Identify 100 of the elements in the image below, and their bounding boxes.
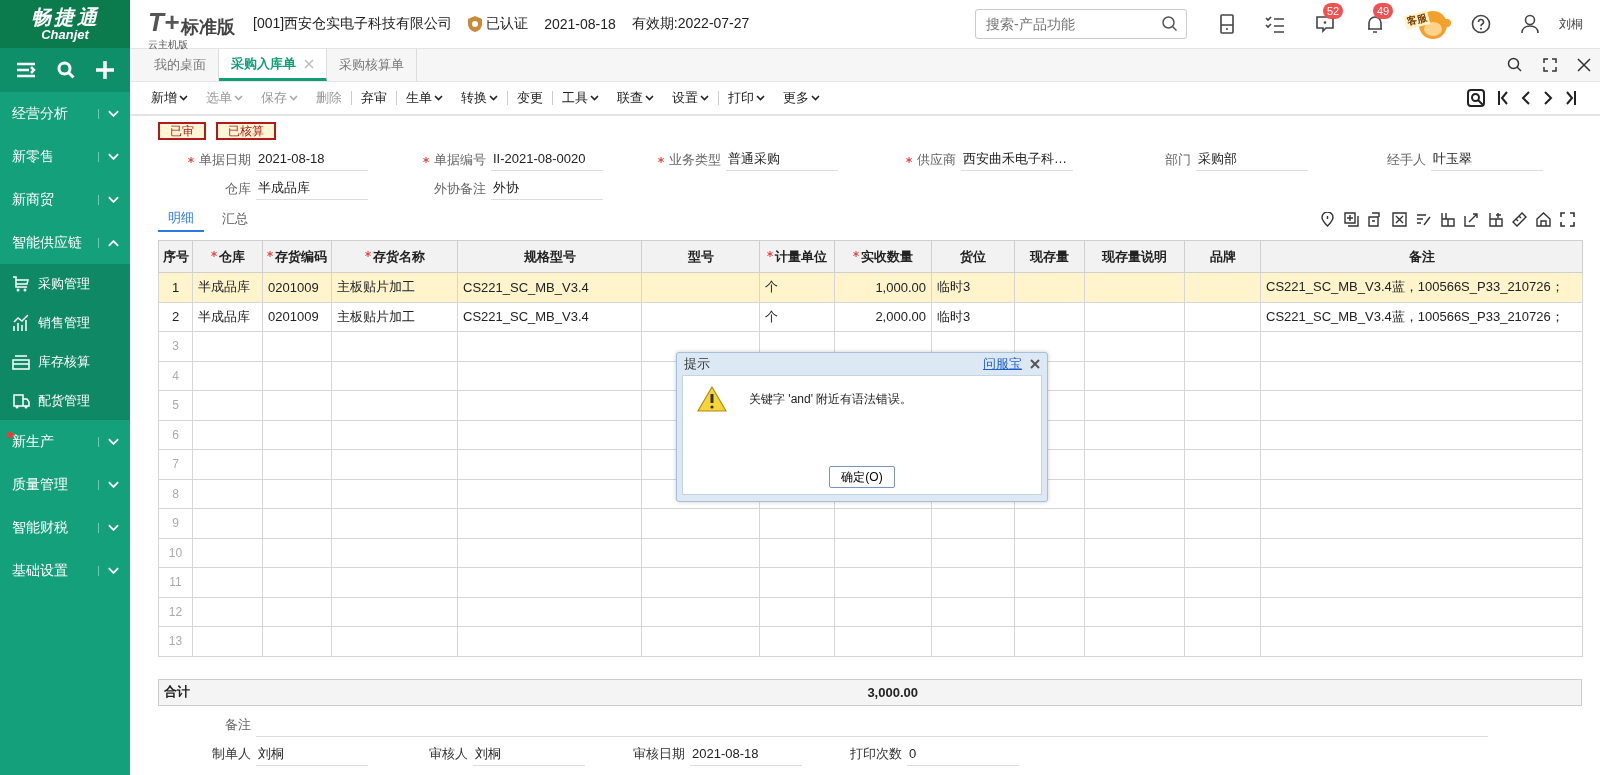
toolbar-button[interactable]: 生单 — [397, 89, 452, 107]
column-header[interactable]: 品牌 — [1184, 240, 1261, 273]
house-icon[interactable] — [1536, 211, 1551, 227]
detail-tab[interactable]: 明细 — [158, 206, 204, 232]
toolbar-button[interactable]: 工具 — [553, 89, 608, 107]
sidebar-subitem[interactable]: 库存核算 — [0, 342, 130, 381]
field-label: 部门 — [1165, 150, 1191, 169]
sidebar-subitem[interactable]: 配货管理 — [0, 381, 130, 420]
input-field[interactable]: 采购部 — [1196, 148, 1308, 171]
last-page-icon[interactable] — [1565, 90, 1577, 106]
input-field[interactable]: 叶玉翠 — [1431, 148, 1543, 171]
input-field[interactable]: 刘桐 — [256, 742, 368, 766]
table-cell: 10 — [168, 545, 183, 560]
column-header[interactable]: 型号 — [641, 240, 760, 273]
column-header[interactable]: 现存量 — [1014, 240, 1085, 273]
fullscreen-icon[interactable] — [1543, 58, 1557, 72]
input-field[interactable]: 0 — [907, 742, 1019, 766]
bell-icon[interactable] — [1365, 14, 1385, 34]
expand-icon[interactable] — [1560, 211, 1575, 227]
column-header[interactable]: 备注 — [1260, 240, 1583, 273]
toolbar-button[interactable]: 打印 — [719, 89, 774, 107]
table-cell: 半成品库 — [198, 308, 250, 324]
search-field[interactable]: 搜索-产品功能 — [975, 9, 1187, 39]
menu-icon[interactable] — [16, 62, 37, 78]
column-header[interactable]: 实收数量 — [834, 240, 932, 273]
input-field[interactable]: 西安曲禾电子科… — [961, 148, 1073, 171]
grid-icon[interactable] — [1440, 211, 1455, 227]
toolbar-button[interactable]: 设置 — [663, 89, 718, 107]
search-icon[interactable] — [1507, 57, 1523, 73]
plus-icon[interactable] — [1344, 211, 1359, 227]
previous-icon[interactable] — [1521, 90, 1531, 106]
close-icon[interactable] — [1577, 58, 1591, 72]
chevron-icon[interactable] — [98, 436, 120, 447]
status-stamp: 已审 — [158, 122, 206, 140]
table-cell: 2 — [171, 309, 180, 325]
table-cell: 临时3 — [937, 279, 971, 295]
edition-name: 标准版 — [181, 16, 236, 39]
brand-latin: Chanjet — [41, 28, 89, 42]
lines-icon[interactable] — [1416, 211, 1431, 227]
chevron-icon[interactable] — [98, 565, 120, 576]
input-field[interactable]: 外协 — [491, 177, 603, 200]
toolbar-button[interactable]: 弃审 — [352, 89, 396, 107]
checklist-icon[interactable] — [1265, 15, 1285, 33]
column-header[interactable]: 仓库 — [192, 240, 263, 273]
user-icon[interactable] — [1521, 14, 1539, 34]
chevron-icon[interactable] — [98, 479, 120, 490]
search-icon[interactable] — [1161, 15, 1179, 33]
chevron-icon[interactable] — [98, 522, 120, 533]
toolbar-button[interactable]: 联查 — [608, 89, 663, 107]
count-badge: 49 — [1373, 3, 1394, 19]
input-field[interactable]: 刘桐 — [473, 742, 585, 766]
sidebar-label: 配货管理 — [38, 391, 90, 410]
table-row[interactable]: 1 半成品库 0201009 主板贴片加工 CS221_SC_MB_V3.4 个 1,000.00 临时3 CS221_SC_MB_V3.4蓝，100566S_P33_210726； — [158, 272, 1583, 302]
column-header[interactable]: 存货编码 — [262, 240, 332, 273]
column-header[interactable]: 序号 — [158, 240, 193, 273]
required-icon — [906, 156, 912, 163]
table-cell: 1,000.00 — [875, 279, 926, 295]
sidebar-label: 经营分析 — [12, 104, 69, 123]
required-icon — [188, 156, 194, 163]
first-page-icon[interactable] — [1497, 90, 1509, 106]
message-icon[interactable] — [1315, 14, 1335, 34]
column-header[interactable]: 现存量说明 — [1084, 240, 1185, 273]
sidebar-subitem[interactable]: 销售管理 — [0, 303, 130, 342]
table-cell: CS221_SC_MB_V3.4蓝，100566S_P33_210726； — [1266, 279, 1564, 295]
column-header[interactable]: 存货名称 — [331, 240, 458, 273]
sidebar-label: 智能财税 — [12, 518, 69, 537]
column-header[interactable]: 计量单位 — [759, 240, 835, 273]
toolbar-button[interactable]: 变更 — [508, 89, 552, 107]
validity-text: 有效期:2022-07-27 — [631, 15, 750, 33]
table-cell: 12 — [168, 604, 183, 619]
status-stamp: 已核算 — [216, 122, 276, 140]
table-row[interactable]: 2 半成品库 0201009 主板贴片加工 CS221_SC_MB_V3.4 个 2,000.00 临时3 CS221_SC_MB_V3.4蓝，100566S_P33_210726； — [158, 302, 1583, 332]
ruler-icon[interactable] — [1512, 211, 1527, 227]
chevron-icon[interactable] — [98, 151, 120, 162]
ok-button[interactable]: 确定(O) — [829, 466, 895, 488]
detail-tab[interactable]: 汇总 — [212, 207, 258, 231]
toolbar-button[interactable]: 更多 — [774, 89, 829, 107]
toolbar-button[interactable]: 转换 — [452, 89, 507, 107]
column-header[interactable]: 货位 — [931, 240, 1015, 273]
input-field[interactable]: 2021-08-18 — [256, 148, 368, 171]
preview-icon[interactable] — [1467, 89, 1485, 107]
user-name[interactable]: 刘桐 — [1559, 15, 1583, 33]
chevron-icon[interactable] — [98, 237, 120, 248]
column-header[interactable]: 规格型号 — [457, 240, 642, 273]
page-tab[interactable]: 采购核算单 — [327, 49, 417, 81]
input-field[interactable]: II-2021-08-0020 — [491, 148, 603, 171]
sidebar-subitem[interactable]: 采购管理 — [0, 264, 130, 303]
input-field[interactable]: 2021-08-18 — [690, 742, 802, 766]
chevron-icon[interactable] — [98, 194, 120, 205]
input-field[interactable]: 普通采购 — [726, 148, 838, 171]
toolbar-button[interactable]: 新增 — [142, 89, 197, 107]
table-cell: 0201009 — [268, 309, 319, 325]
add-icon[interactable] — [95, 61, 114, 79]
next-icon[interactable] — [1543, 90, 1553, 106]
pin-icon[interactable] — [1320, 211, 1335, 227]
chevron-icon[interactable] — [98, 108, 120, 119]
input-field[interactable]: 半成品库 — [256, 177, 368, 200]
device-icon[interactable] — [1219, 14, 1235, 34]
help-icon[interactable] — [1471, 14, 1491, 34]
close-icon[interactable] — [1030, 359, 1040, 369]
